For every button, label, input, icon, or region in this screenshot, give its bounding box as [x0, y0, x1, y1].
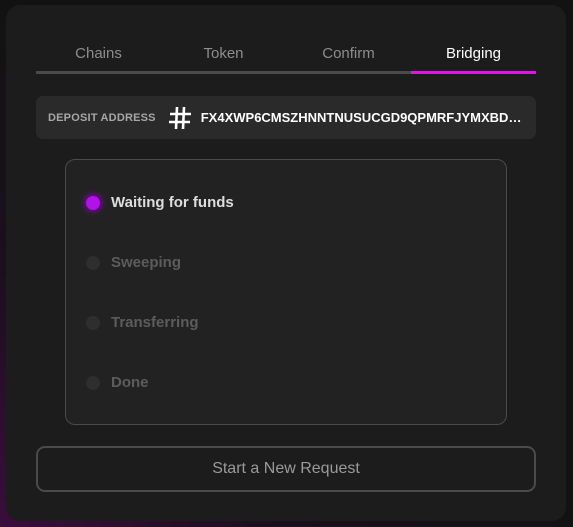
start-new-request-button[interactable]: Start a New Request: [36, 446, 536, 492]
tab-chains[interactable]: Chains: [36, 45, 161, 75]
deposit-address-value: FX4XWP6CMSZHNNTNUSUCGD9QPMRFJYMXBDFP1...: [200, 110, 526, 125]
bridge-card: Chains Token Confirm Bridging DEPOSIT AD…: [6, 5, 566, 521]
tab-confirm-underline: [286, 71, 411, 74]
deposit-address-row[interactable]: DEPOSIT ADDRESS FX4XWP6CMSZHNNTNUSUCGD9Q…: [36, 96, 536, 139]
step-label: Sweeping: [111, 254, 182, 271]
step-transferring: Transferring: [86, 314, 199, 331]
step-tabs: Chains Token Confirm Bridging: [36, 45, 536, 75]
hash-icon: [168, 106, 191, 129]
progress-steps: Waiting for funds Sweeping Transferring …: [65, 159, 507, 425]
step-pending-dot-icon: [86, 315, 100, 330]
step-active-dot-icon: [86, 195, 100, 210]
tab-token[interactable]: Token: [161, 45, 286, 75]
tab-bridging-underline: [411, 71, 536, 74]
step-sweeping: Sweeping: [86, 254, 181, 271]
step-pending-dot-icon: [86, 375, 100, 390]
tab-chains-underline: [36, 71, 161, 74]
tab-token-underline: [161, 71, 286, 74]
step-label: Transferring: [111, 314, 199, 331]
tab-confirm-label: Confirm: [322, 45, 375, 62]
tab-bridging-label: Bridging: [445, 45, 502, 62]
step-pending-dot-icon: [86, 255, 100, 270]
tab-token-label: Token: [203, 45, 244, 62]
step-waiting-for-funds: Waiting for funds: [86, 194, 234, 211]
deposit-address-label: DEPOSIT ADDRESS: [48, 111, 156, 124]
tab-chains-label: Chains: [75, 45, 122, 62]
step-done: Done: [86, 374, 149, 391]
step-label: Waiting for funds: [111, 194, 234, 211]
step-label: Done: [111, 374, 149, 391]
tab-confirm[interactable]: Confirm: [286, 45, 411, 75]
tab-bridging[interactable]: Bridging: [411, 45, 536, 75]
